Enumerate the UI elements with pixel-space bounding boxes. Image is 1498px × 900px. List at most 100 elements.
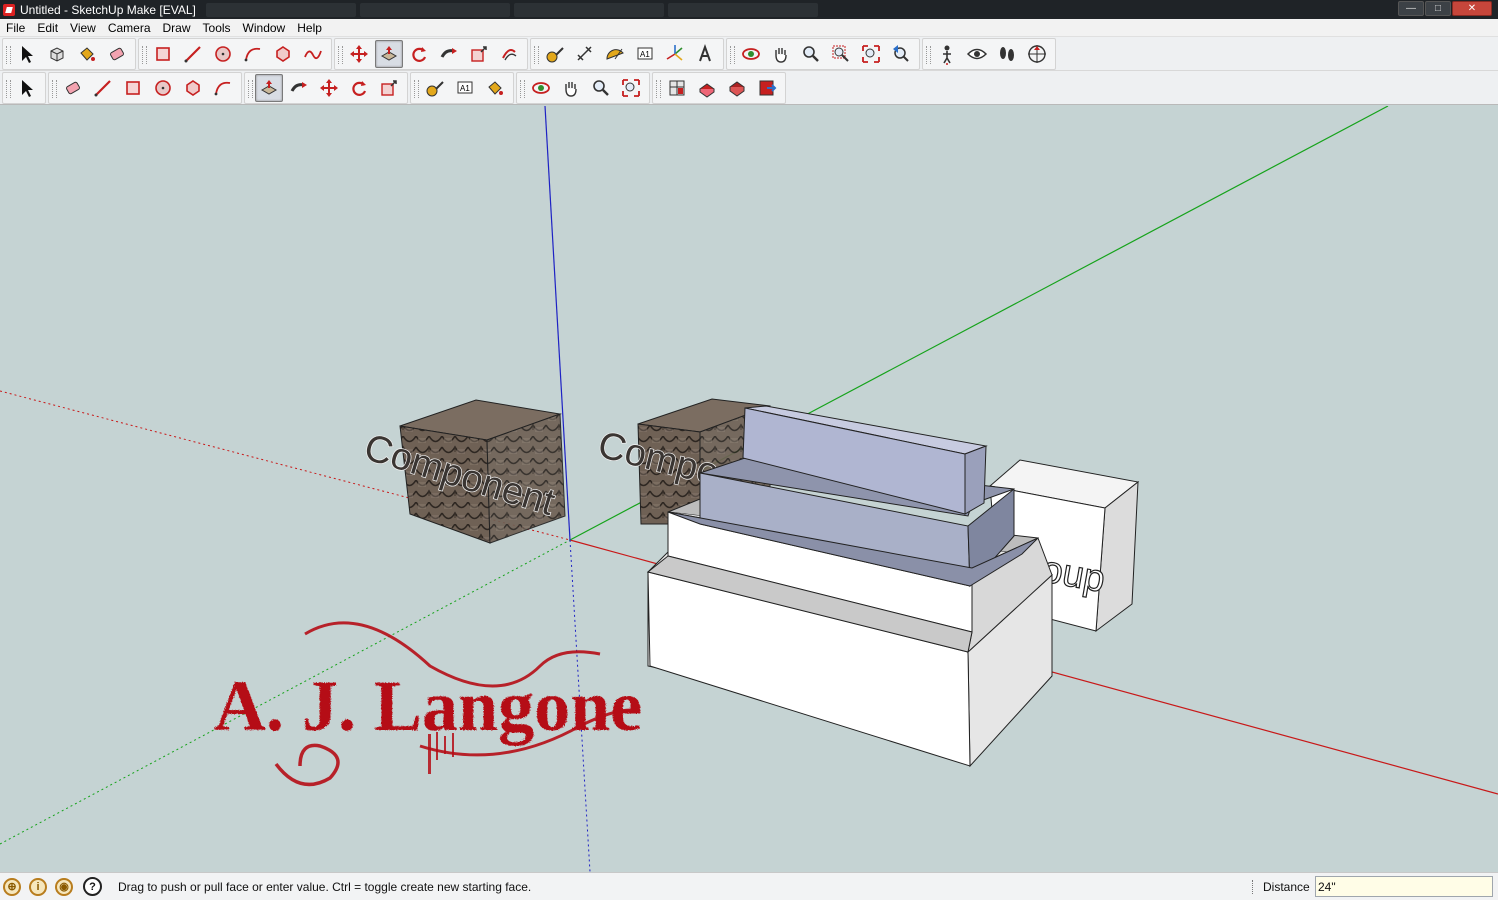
background-window-tab <box>667 2 818 17</box>
push-pull-button[interactable] <box>255 73 283 102</box>
background-window-tab <box>205 2 356 17</box>
zoom-window-button[interactable] <box>827 40 855 68</box>
watermark-flourish-left <box>274 743 340 787</box>
move-icon <box>320 78 338 97</box>
eraser-icon <box>110 47 124 60</box>
menu-tools[interactable]: Tools <box>197 21 237 35</box>
rotate-button[interactable] <box>345 74 373 102</box>
arc-button[interactable] <box>209 74 237 102</box>
zoom-extents-button[interactable] <box>857 40 885 68</box>
walk-button[interactable] <box>993 40 1021 68</box>
extension-warehouse-icon <box>759 80 777 95</box>
text-icon: A1 <box>637 47 653 59</box>
measurement-input[interactable] <box>1315 876 1493 897</box>
zoom-button[interactable] <box>587 74 615 102</box>
offset-button[interactable] <box>495 40 523 68</box>
arc-button[interactable] <box>239 40 267 68</box>
freehand-icon <box>304 50 322 59</box>
section-plane-icon <box>1028 44 1046 63</box>
menu-edit[interactable]: Edit <box>31 21 64 35</box>
scene-canvas[interactable]: Component Compo oup A. J. Langone <box>0 106 1498 872</box>
paint-bucket-icon <box>488 80 503 95</box>
freehand-button[interactable] <box>299 40 327 68</box>
position-camera-button[interactable] <box>933 40 961 68</box>
large-toolset-group-3 <box>334 37 528 70</box>
follow-me-button[interactable] <box>285 74 313 102</box>
paint-bucket-button[interactable] <box>73 40 101 68</box>
eraser-button[interactable] <box>103 40 131 68</box>
follow-me-button[interactable] <box>435 40 463 68</box>
push-pull-button[interactable] <box>375 39 403 68</box>
dimension-button[interactable] <box>571 40 599 68</box>
rectangle-button[interactable] <box>149 40 177 68</box>
polygon-button[interactable] <box>269 40 297 68</box>
orbit-button[interactable] <box>737 40 765 68</box>
share-component-button[interactable] <box>723 74 751 102</box>
circle-icon <box>215 45 231 62</box>
menu-draw[interactable]: Draw <box>157 21 197 35</box>
signin-icon[interactable]: ◉ <box>55 877 73 896</box>
component-cube-left[interactable]: Component <box>359 399 566 544</box>
position-camera-icon <box>943 45 951 65</box>
move-button[interactable] <box>345 40 373 68</box>
line-button[interactable] <box>89 74 117 102</box>
menu-camera[interactable]: Camera <box>102 21 157 35</box>
model-viewport[interactable]: Component Compo oup A. J. Langone <box>0 106 1498 872</box>
section-plane-button[interactable] <box>1023 40 1051 68</box>
minimize-button[interactable]: — <box>1398 1 1424 16</box>
pan-button[interactable] <box>557 74 585 102</box>
zoom-extents-button[interactable] <box>617 74 645 102</box>
share-model-button[interactable] <box>693 74 721 102</box>
tape-measure-button[interactable] <box>541 40 569 68</box>
menu-window[interactable]: Window <box>237 21 292 35</box>
circle-button[interactable] <box>149 74 177 102</box>
tape-measure-button[interactable] <box>421 74 449 102</box>
large-toolset-group-1 <box>2 37 136 70</box>
getting-started-group-6 <box>652 71 786 104</box>
make-component-button[interactable] <box>43 40 71 68</box>
move-button[interactable] <box>315 74 343 102</box>
previous-view-button[interactable] <box>887 40 915 68</box>
select-icon <box>22 79 33 97</box>
scale-icon <box>471 45 487 62</box>
text-button[interactable]: A1 <box>451 74 479 102</box>
getting-started-group-1 <box>2 71 46 104</box>
3d-text-button[interactable] <box>691 40 719 68</box>
walk-icon <box>1000 46 1014 61</box>
paint-bucket-button[interactable] <box>481 74 509 102</box>
orbit-button[interactable] <box>527 74 555 102</box>
line-button[interactable] <box>179 40 207 68</box>
menu-view[interactable]: View <box>64 21 102 35</box>
rectangle-icon <box>126 80 140 95</box>
menu-help[interactable]: Help <box>291 21 328 35</box>
pan-button[interactable] <box>767 40 795 68</box>
rotate-button[interactable] <box>405 40 433 68</box>
author-watermark: A. J. Langone <box>214 621 642 787</box>
scale-button[interactable] <box>465 40 493 68</box>
getting-started-group-4: A1 <box>410 71 514 104</box>
circle-button[interactable] <box>209 40 237 68</box>
zoom-button[interactable] <box>797 40 825 68</box>
polygon-icon <box>186 79 200 96</box>
get-models-button[interactable] <box>663 74 691 102</box>
geo-location-icon[interactable]: ⊕ <box>3 877 21 896</box>
select-button[interactable] <box>13 74 41 102</box>
rectangle-button[interactable] <box>119 74 147 102</box>
maximize-button[interactable]: □ <box>1425 1 1451 16</box>
sketchup-app-icon[interactable] <box>3 3 15 16</box>
credits-icon[interactable]: i <box>29 877 47 896</box>
select-button[interactable] <box>13 40 41 68</box>
axes-button[interactable] <box>661 40 689 68</box>
protractor-button[interactable] <box>601 40 629 68</box>
extension-warehouse-button[interactable] <box>753 74 781 102</box>
look-around-button[interactable] <box>963 40 991 68</box>
getting-started-toolbar: A1 <box>0 71 1498 105</box>
help-icon[interactable]: ? <box>83 877 102 896</box>
menu-file[interactable]: File <box>0 21 31 35</box>
eraser-button[interactable] <box>59 74 87 102</box>
zoom-extents-icon <box>862 44 880 63</box>
polygon-button[interactable] <box>179 74 207 102</box>
scale-button[interactable] <box>375 74 403 102</box>
close-button[interactable]: ✕ <box>1452 1 1492 16</box>
text-button[interactable]: A1 <box>631 40 659 68</box>
